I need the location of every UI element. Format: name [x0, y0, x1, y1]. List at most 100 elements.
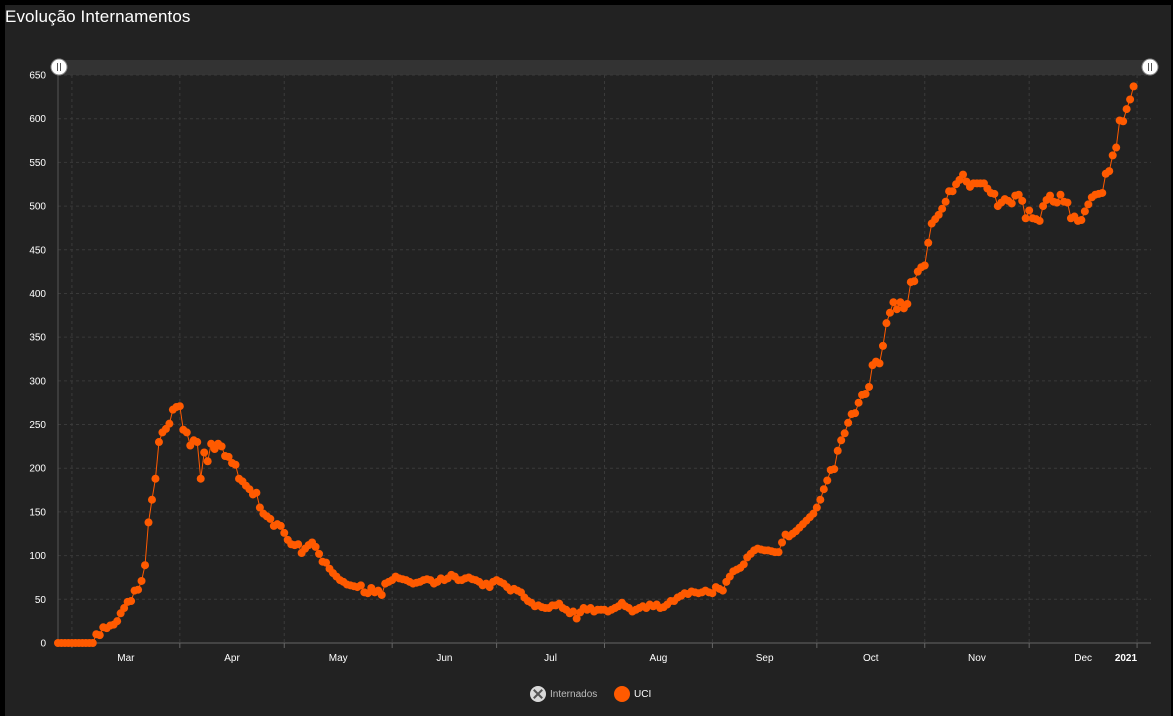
data-point[interactable]	[774, 548, 783, 557]
data-point[interactable]	[1018, 196, 1027, 205]
data-point[interactable]	[196, 474, 205, 483]
data-point[interactable]	[924, 238, 933, 247]
data-point[interactable]	[113, 617, 122, 626]
data-point[interactable]	[95, 631, 104, 640]
handle-knob-icon[interactable]	[1141, 58, 1159, 76]
data-point[interactable]	[315, 549, 324, 558]
data-point[interactable]	[1056, 190, 1065, 199]
data-point[interactable]	[193, 438, 202, 447]
data-point[interactable]	[356, 581, 365, 590]
data-point[interactable]	[840, 429, 849, 438]
data-point[interactable]	[137, 576, 146, 585]
data-point[interactable]	[1053, 198, 1062, 207]
data-point[interactable]	[739, 560, 748, 569]
data-point[interactable]	[823, 476, 832, 485]
data-point[interactable]	[280, 528, 289, 537]
data-point[interactable]	[231, 460, 240, 469]
data-point[interactable]	[147, 495, 156, 504]
data-point[interactable]	[311, 542, 320, 551]
data-point[interactable]	[1129, 82, 1138, 91]
data-point[interactable]	[182, 428, 191, 437]
data-point[interactable]	[151, 474, 160, 483]
data-point[interactable]	[1025, 206, 1034, 215]
y-tick-label: 350	[29, 333, 46, 344]
data-point[interactable]	[569, 607, 578, 616]
data-point[interactable]	[294, 540, 303, 549]
data-point[interactable]	[141, 561, 150, 570]
data-point[interactable]	[892, 305, 901, 314]
data-point[interactable]	[948, 187, 957, 196]
legend-label-internados: Internados	[550, 688, 598, 700]
x-tick-label: Aug	[650, 653, 668, 664]
data-point[interactable]	[1119, 117, 1128, 126]
y-tick-label: 150	[29, 507, 46, 518]
data-point[interactable]	[812, 503, 821, 512]
data-point[interactable]	[1035, 216, 1044, 225]
data-point[interactable]	[217, 442, 226, 451]
data-point[interactable]	[819, 485, 828, 494]
data-point[interactable]	[276, 521, 285, 530]
data-point[interactable]	[910, 277, 919, 286]
data-point[interactable]	[889, 298, 898, 307]
data-point[interactable]	[1077, 216, 1086, 225]
x-tick-label: Nov	[968, 653, 986, 664]
data-point[interactable]	[165, 419, 174, 428]
data-point[interactable]	[1084, 200, 1093, 209]
data-point[interactable]	[1007, 199, 1016, 208]
y-tick-label: 250	[29, 420, 46, 431]
data-point[interactable]	[938, 204, 947, 213]
data-point[interactable]	[88, 639, 97, 647]
data-point[interactable]	[144, 518, 153, 527]
data-point[interactable]	[990, 189, 999, 198]
legend-item-uci[interactable]: UCI	[614, 686, 651, 702]
y-tick-label: 650	[29, 71, 46, 82]
data-point[interactable]	[959, 170, 968, 179]
data-point[interactable]	[778, 538, 787, 547]
data-point[interactable]	[816, 495, 825, 504]
data-point[interactable]	[718, 586, 727, 595]
data-point[interactable]	[127, 597, 136, 606]
data-point[interactable]	[851, 409, 860, 418]
data-point[interactable]	[844, 418, 853, 427]
data-point[interactable]	[1021, 214, 1030, 223]
data-point[interactable]	[865, 382, 874, 391]
data-point[interactable]	[875, 359, 884, 368]
data-point[interactable]	[837, 436, 846, 445]
data-point[interactable]	[377, 590, 386, 599]
data-point[interactable]	[941, 197, 950, 206]
legend-item-internados[interactable]: Internados	[530, 686, 597, 702]
data-point[interactable]	[1126, 95, 1135, 104]
data-point[interactable]	[885, 308, 894, 317]
data-point[interactable]	[854, 398, 863, 407]
data-point[interactable]	[252, 488, 261, 497]
range-scrollbar-track[interactable]	[58, 60, 1151, 75]
data-point[interactable]	[175, 402, 184, 411]
series-line-uci	[58, 86, 1135, 644]
data-point[interactable]	[154, 438, 163, 447]
data-point[interactable]	[134, 585, 143, 594]
data-point[interactable]	[1080, 207, 1089, 216]
axis-ticks: 0 50 100 150 200 250 300 350 400 450 500 550 600 650 M…	[29, 71, 1138, 664]
data-point[interactable]	[1108, 151, 1117, 160]
data-point[interactable]	[1105, 167, 1114, 176]
x-tick-label: May	[329, 653, 348, 664]
data-point[interactable]	[861, 389, 870, 398]
data-point[interactable]	[1098, 188, 1107, 197]
x-tick-label: Jun	[436, 653, 452, 664]
data-point[interactable]	[1063, 198, 1072, 207]
data-point[interactable]	[1112, 143, 1121, 152]
data-point[interactable]	[833, 446, 842, 455]
data-point[interactable]	[903, 299, 912, 308]
data-point[interactable]	[878, 341, 887, 350]
data-point[interactable]	[266, 514, 275, 523]
handle-knob-icon[interactable]	[50, 58, 68, 76]
range-handle-right[interactable]	[1141, 58, 1159, 76]
y-tick-label: 200	[29, 464, 46, 475]
data-point[interactable]	[203, 457, 212, 466]
data-point[interactable]	[1122, 105, 1131, 114]
data-point[interactable]	[882, 319, 891, 328]
data-point[interactable]	[200, 448, 209, 457]
data-point[interactable]	[830, 465, 839, 474]
range-handle-left[interactable]	[50, 58, 68, 76]
data-point[interactable]	[920, 261, 929, 270]
